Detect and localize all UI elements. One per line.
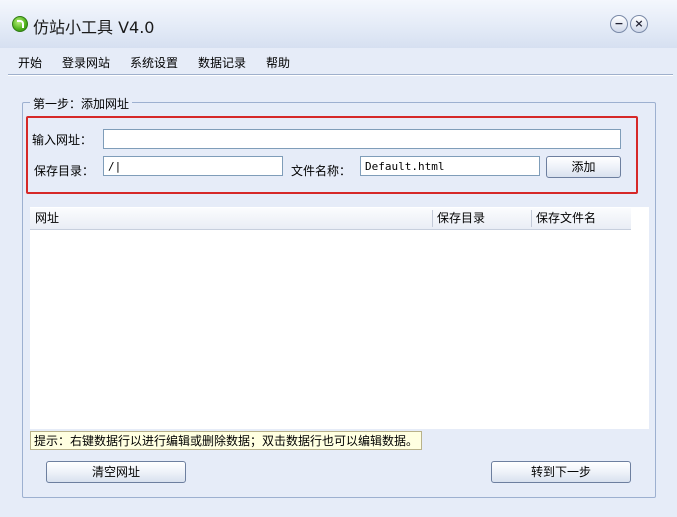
menu-item-help[interactable]: 帮助 — [266, 54, 290, 71]
menu-item-settings[interactable]: 系统设置 — [130, 54, 178, 71]
clear-urls-button[interactable]: 清空网址 — [46, 461, 186, 483]
close-icon[interactable]: × — [630, 15, 648, 33]
minimize-icon[interactable]: − — [610, 15, 628, 33]
app-logo-icon — [12, 16, 28, 32]
menu-bar: 开始 登录网站 系统设置 数据记录 帮助 — [0, 48, 677, 74]
menu-item-login[interactable]: 登录网站 — [62, 54, 110, 71]
save-dir-input[interactable] — [103, 156, 283, 176]
window-title: 仿站小工具 V4.0 — [33, 18, 155, 37]
url-label: 输入网址： — [32, 133, 93, 147]
url-input[interactable] — [103, 129, 621, 149]
add-button[interactable]: 添加 — [546, 156, 621, 178]
next-step-button[interactable]: 转到下一步 — [491, 461, 631, 483]
menu-divider — [8, 74, 673, 76]
hint-text: 提示：右键数据行以进行编辑或删除数据；双击数据行也可以编辑数据。 — [30, 431, 423, 450]
column-header-url[interactable]: 网址 — [30, 208, 432, 229]
column-header-save-file[interactable]: 保存文件名 — [531, 208, 631, 229]
title-bar[interactable]: 仿站小工具 V4.0 − × — [0, 0, 677, 48]
highlight-box — [26, 116, 638, 194]
file-name-input[interactable] — [360, 156, 540, 176]
file-name-label: 文件名称： — [291, 164, 352, 178]
url-table[interactable] — [30, 207, 649, 429]
app-window: 仿站小工具 V4.0 − × 开始 登录网站 系统设置 数据记录 帮助 第一步：… — [0, 0, 677, 517]
menu-item-records[interactable]: 数据记录 — [198, 54, 246, 71]
table-header: 网址 保存目录 保存文件名 — [30, 208, 631, 230]
menu-item-start[interactable]: 开始 — [18, 54, 42, 71]
column-header-save-dir[interactable]: 保存目录 — [432, 208, 531, 229]
step-legend: 第一步：添加网址 — [30, 95, 133, 112]
save-dir-label: 保存目录： — [34, 164, 95, 178]
